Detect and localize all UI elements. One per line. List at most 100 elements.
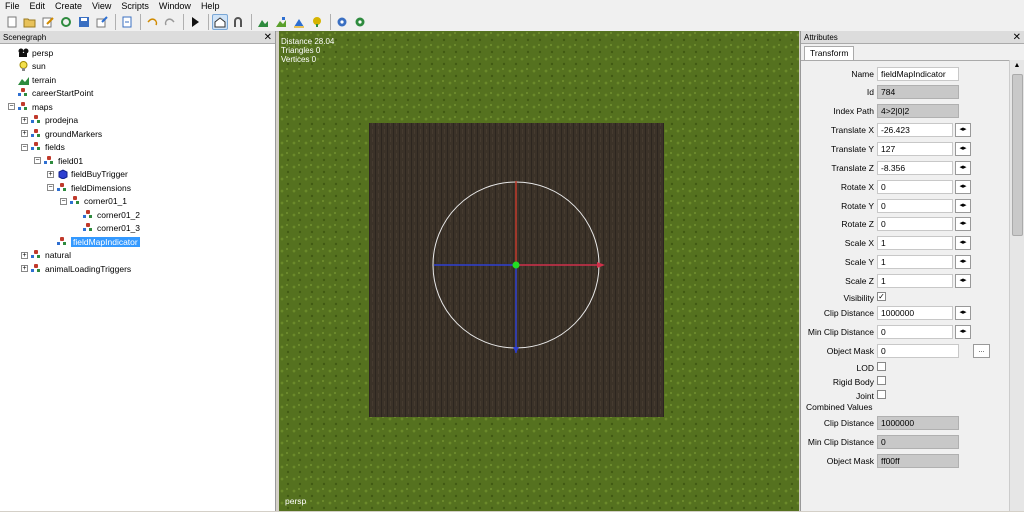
collapse-icon[interactable]: − <box>8 103 15 110</box>
tree-node[interactable]: + groundMarkers <box>21 127 102 140</box>
menu-file[interactable]: File <box>0 0 25 12</box>
scrollbar-thumb[interactable] <box>1012 74 1023 236</box>
translate-z-spinner-icon[interactable]: ◂▸ <box>955 161 971 175</box>
name-field[interactable]: fieldMapIndicator <box>877 67 959 81</box>
terrain-paint-icon[interactable] <box>273 14 289 30</box>
export-icon[interactable] <box>94 14 110 30</box>
viewport-canvas[interactable] <box>279 31 799 511</box>
reload-icon[interactable] <box>58 14 74 30</box>
collapse-icon[interactable]: − <box>47 184 54 191</box>
rotate-x-spinner-icon[interactable]: ◂▸ <box>955 180 971 194</box>
tree-node[interactable]: − fieldDimensions <box>47 181 131 194</box>
tree-node-label[interactable]: fields <box>45 142 65 152</box>
min-clip-distance-field[interactable]: 0 <box>877 325 953 339</box>
tree-node-label[interactable]: fieldMapIndicator <box>71 236 140 247</box>
import-icon[interactable] <box>119 14 135 30</box>
rotate-y-spinner-icon[interactable]: ◂▸ <box>955 199 971 213</box>
scale-x-field[interactable]: 1 <box>877 236 953 250</box>
scale-z-field[interactable]: 1 <box>877 274 953 288</box>
magnet-icon[interactable] <box>230 14 246 30</box>
3d-viewport[interactable]: Distance 28.04 Triangles 0 Vertices 0 pe… <box>279 31 799 511</box>
tree-node[interactable]: fieldMapIndicator <box>47 235 140 248</box>
tree-node-label[interactable]: corner01_1 <box>84 196 127 206</box>
foliage-icon[interactable] <box>309 14 325 30</box>
close-icon[interactable]: ✕ <box>264 31 272 44</box>
translate-y-field[interactable]: 127 <box>877 142 953 156</box>
scale-y-field[interactable]: 1 <box>877 255 953 269</box>
menu-create[interactable]: Create <box>50 0 87 12</box>
scroll-up-icon[interactable]: ▲ <box>1010 60 1024 72</box>
lod-checkbox[interactable] <box>877 362 886 371</box>
rotate-z-field[interactable]: 0 <box>877 217 953 231</box>
menu-window[interactable]: Window <box>154 0 196 12</box>
play-icon[interactable] <box>187 14 203 30</box>
translate-y-spinner-icon[interactable]: ◂▸ <box>955 142 971 156</box>
rotate-x-field[interactable]: 0 <box>877 180 953 194</box>
close-icon[interactable]: ✕ <box>1013 31 1021 44</box>
tree-node-label[interactable]: natural <box>45 250 71 260</box>
undo-icon[interactable] <box>144 14 160 30</box>
home-view-icon[interactable] <box>212 13 228 30</box>
open-folder-icon[interactable] <box>22 14 38 30</box>
tree-node[interactable]: − fields <box>21 141 65 154</box>
expand-icon[interactable]: + <box>21 251 28 259</box>
scale-x-spinner-icon[interactable]: ◂▸ <box>955 236 971 250</box>
tree-node[interactable]: terrain <box>8 73 56 86</box>
pivot-point[interactable] <box>512 261 520 269</box>
tree-node-label[interactable]: careerStartPoint <box>32 88 93 98</box>
tree-node-label[interactable]: corner01_2 <box>97 210 140 220</box>
scale-z-spinner-icon[interactable]: ◂▸ <box>955 274 971 288</box>
tree-node-label[interactable]: field01 <box>58 156 83 166</box>
tree-node[interactable]: − field01 <box>34 154 83 167</box>
object-mask-field[interactable]: 0 <box>877 344 959 358</box>
tree-node[interactable]: sun <box>8 60 46 73</box>
tree-node[interactable]: + natural <box>21 249 71 262</box>
tree-node-label[interactable]: groundMarkers <box>45 129 102 139</box>
tree-node[interactable]: − corner01_1 <box>60 195 127 208</box>
translate-z-field[interactable]: -8.356 <box>877 161 953 175</box>
settings-icon[interactable] <box>352 14 368 30</box>
rigid-body-checkbox[interactable] <box>877 376 886 385</box>
rotate-y-field[interactable]: 0 <box>877 199 953 213</box>
scale-y-spinner-icon[interactable]: ◂▸ <box>955 255 971 269</box>
expand-icon[interactable]: + <box>21 130 28 137</box>
gear-icon[interactable] <box>334 14 350 30</box>
expand-icon[interactable]: + <box>21 265 28 272</box>
terrain-raise-icon[interactable] <box>291 14 307 30</box>
tree-node-label[interactable]: persp <box>32 48 53 58</box>
tree-node-label[interactable]: fieldDimensions <box>71 183 131 193</box>
tree-node-label[interactable]: sun <box>32 61 46 71</box>
translate-x-field[interactable]: -26.423 <box>877 123 953 137</box>
visibility-checkbox[interactable]: ✓ <box>877 292 886 301</box>
translate-x-spinner-icon[interactable]: ◂▸ <box>955 123 971 137</box>
tree-node[interactable]: corner01_2 <box>73 208 140 221</box>
clip-distance-field[interactable]: 1000000 <box>877 306 953 320</box>
tree-node[interactable]: + fieldBuyTrigger <box>47 168 128 181</box>
menu-view[interactable]: View <box>87 0 116 12</box>
clip-distance-spinner-icon[interactable]: ◂▸ <box>955 306 971 320</box>
tree-node-label[interactable]: prodejna <box>45 115 78 125</box>
rotate-z-spinner-icon[interactable]: ◂▸ <box>955 217 971 231</box>
expand-icon[interactable]: + <box>47 170 54 178</box>
tree-node[interactable]: + prodejna <box>21 114 78 127</box>
browse-button[interactable]: ... <box>973 344 990 358</box>
menu-help[interactable]: Help <box>196 0 225 12</box>
new-file-icon[interactable] <box>4 14 20 30</box>
expand-icon[interactable]: + <box>21 116 28 124</box>
min-clip-distance-spinner-icon[interactable]: ◂▸ <box>955 325 971 339</box>
save-icon[interactable] <box>76 14 92 30</box>
tree-node[interactable]: careerStartPoint <box>8 87 93 100</box>
terrain-tool-icon[interactable] <box>255 14 271 30</box>
tree-node-label[interactable]: maps <box>32 102 53 112</box>
collapse-icon[interactable]: − <box>34 157 41 164</box>
tab-transform[interactable]: Transform <box>804 46 855 61</box>
tree-node-label[interactable]: fieldBuyTrigger <box>71 169 128 179</box>
menu-scripts[interactable]: Scripts <box>116 0 154 12</box>
tree-node[interactable]: + animalLoadingTriggers <box>21 262 131 275</box>
tree-node[interactable]: persp <box>8 46 53 59</box>
menu-edit[interactable]: Edit <box>25 0 51 12</box>
edit-icon[interactable] <box>40 14 56 30</box>
collapse-icon[interactable]: − <box>60 197 67 205</box>
tree-node[interactable]: − maps <box>8 100 53 113</box>
tree-node-label[interactable]: terrain <box>32 75 56 85</box>
